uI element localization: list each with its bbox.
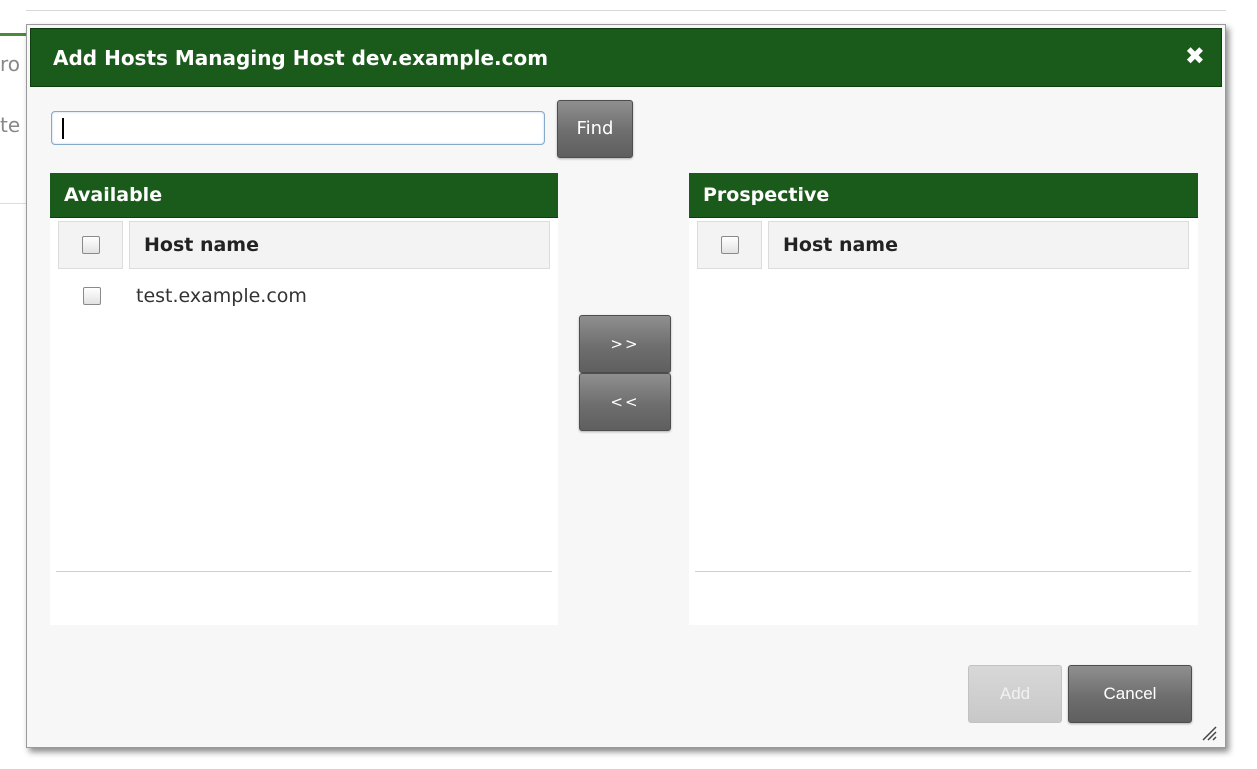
add-hosts-dialog: Add Hosts Managing Host dev.example.com …: [26, 24, 1226, 748]
host-name-cell: test.example.com: [136, 285, 307, 307]
prospective-header-label: Prospective: [703, 184, 830, 206]
column-header-label: Host name: [783, 234, 898, 256]
prospective-panel: Prospective Host name: [689, 173, 1198, 625]
cancel-button[interactable]: Cancel: [1068, 665, 1192, 723]
column-header-host-name[interactable]: Host name: [129, 221, 550, 269]
close-icon[interactable]: ✖: [1185, 42, 1205, 70]
background-accent-line: [0, 33, 26, 36]
panel-divider: [695, 571, 1191, 572]
column-header-label: Host name: [144, 234, 259, 256]
background-text-fragment: ro: [0, 52, 21, 76]
resize-handle-icon[interactable]: [1199, 723, 1217, 741]
dialog-titlebar[interactable]: Add Hosts Managing Host dev.example.com …: [30, 28, 1222, 87]
prospective-header: Prospective: [689, 173, 1198, 218]
background-text-fragment: te: [0, 113, 21, 137]
move-left-button[interactable]: <<: [579, 373, 671, 431]
available-header-label: Available: [64, 184, 163, 206]
add-button[interactable]: Add: [968, 665, 1062, 723]
select-all-checkbox[interactable]: [721, 236, 739, 254]
panel-divider: [56, 571, 552, 572]
column-header-host-name[interactable]: Host name: [768, 221, 1189, 269]
background-divider: [26, 10, 1226, 11]
row-checkbox[interactable]: [83, 287, 101, 305]
move-right-button[interactable]: >>: [579, 315, 671, 373]
select-all-cell: [697, 221, 762, 269]
select-all-cell: [58, 221, 123, 269]
dialog-title: Add Hosts Managing Host dev.example.com: [53, 46, 549, 70]
background-divider: [0, 203, 26, 204]
find-button[interactable]: Find: [557, 100, 633, 158]
available-header: Available: [50, 173, 558, 218]
available-panel: Available Host name test.example.com: [50, 173, 558, 625]
select-all-checkbox[interactable]: [82, 236, 100, 254]
search-input[interactable]: [51, 111, 545, 145]
text-cursor: [62, 118, 64, 139]
table-row[interactable]: test.example.com: [50, 285, 558, 311]
